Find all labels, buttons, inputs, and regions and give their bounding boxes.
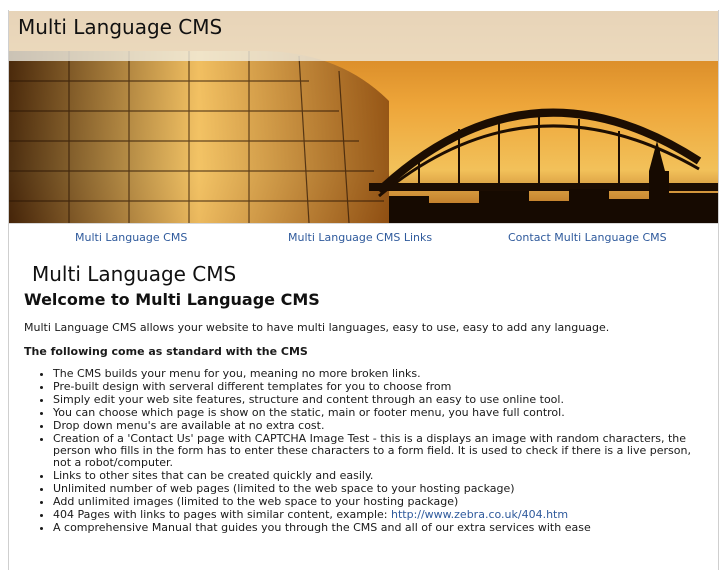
feature-list: The CMS builds your menu for you, meanin… bbox=[24, 368, 704, 534]
site-title: Multi Language CMS bbox=[18, 15, 223, 39]
feature-item: Simply edit your web site features, stru… bbox=[53, 394, 704, 406]
nav-link-home[interactable]: Multi Language CMS bbox=[75, 231, 187, 244]
feature-item: Links to other sites that can be created… bbox=[53, 470, 704, 482]
page-heading: Multi Language CMS bbox=[32, 262, 237, 286]
example-404-link[interactable]: http://www.zebra.co.uk/404.htm bbox=[391, 508, 568, 521]
nav-link-links[interactable]: Multi Language CMS Links bbox=[288, 231, 432, 244]
feature-item: Pre-built design with serveral different… bbox=[53, 381, 704, 393]
feature-404-text: 404 Pages with links to pages with simil… bbox=[53, 508, 391, 521]
feature-item-404: 404 Pages with links to pages with simil… bbox=[53, 509, 704, 521]
feature-item: Creation of a 'Contact Us' page with CAP… bbox=[53, 433, 704, 469]
welcome-heading: Welcome to Multi Language CMS bbox=[24, 290, 320, 309]
feature-item: You can choose which page is show on the… bbox=[53, 407, 704, 419]
site-title-bar: Multi Language CMS bbox=[9, 11, 718, 61]
feature-item: Drop down menu's are available at no ext… bbox=[53, 420, 704, 432]
standard-features-heading: The following come as standard with the … bbox=[24, 345, 308, 358]
feature-item: The CMS builds your menu for you, meanin… bbox=[53, 368, 704, 380]
main-content: Multi Language CMS Welcome to Multi Lang… bbox=[24, 262, 704, 535]
feature-item: A comprehensive Manual that guides you t… bbox=[53, 522, 704, 534]
nav-link-contact[interactable]: Contact Multi Language CMS bbox=[508, 231, 667, 244]
feature-item: Unlimited number of web pages (limited t… bbox=[53, 483, 704, 495]
intro-paragraph: Multi Language CMS allows your website t… bbox=[24, 321, 610, 334]
feature-item: Add unlimited images (limited to the web… bbox=[53, 496, 704, 508]
main-nav: Multi Language CMS Multi Language CMS Li… bbox=[9, 223, 718, 252]
